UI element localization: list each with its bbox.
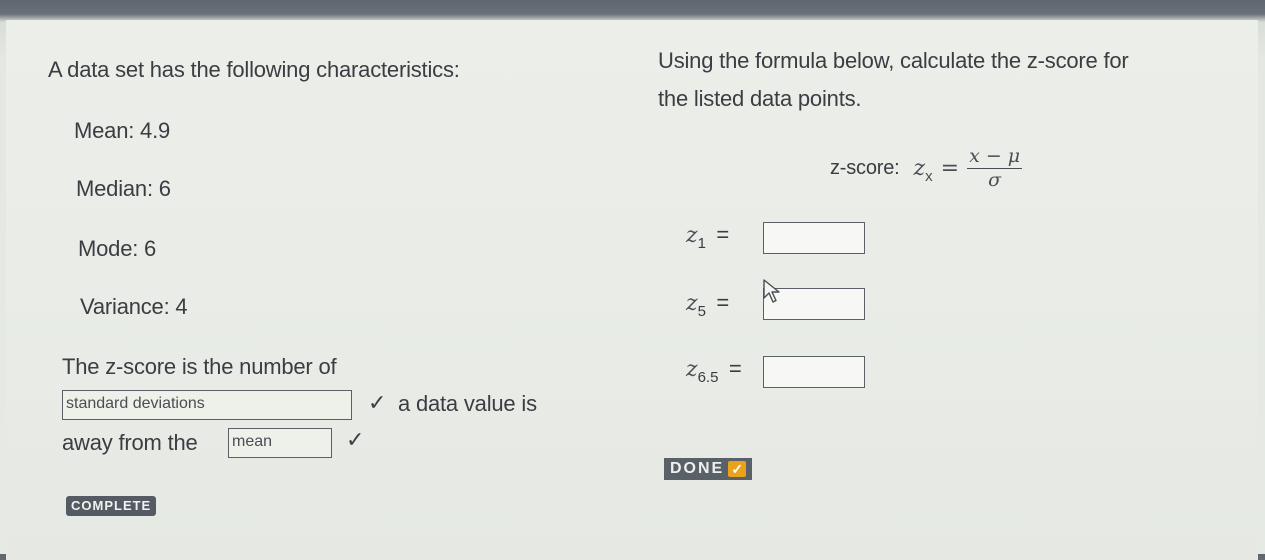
answer-dropdown-1[interactable]: standard deviations [62,390,352,420]
formula-denominator: σ [988,169,1002,192]
z5-label: z5 = [686,290,730,320]
sentence-part2: a data value is [398,391,537,416]
correct-check-icon: ✓ [368,390,387,415]
z1-label: z1 = [686,222,730,252]
z65-input[interactable] [763,356,865,388]
answer-dropdown-2[interactable]: mean [228,428,332,458]
done-label: DONE [670,460,725,477]
sentence-part3: away from the [62,430,198,455]
intro-text: A data set has the following characteris… [48,57,460,82]
formula-numerator: x − μ [969,144,1021,167]
done-check-icon: ✓ [728,461,747,477]
instruction-line-2: the listed data points. [658,86,862,111]
median-text: Median: 6 [76,176,171,201]
question-panel [6,20,1258,560]
formula-var: zx [913,155,933,185]
mouse-cursor-icon [763,279,780,303]
done-button[interactable]: DONE ✓ [664,458,753,480]
dropdown-1-value: standard deviations [66,395,205,412]
formula-equals: = [940,155,960,181]
z1-input[interactable] [763,222,865,254]
correct-check-icon: ✓ [346,427,365,452]
mean-text: Mean: 4.9 [74,118,171,143]
instruction-line-1: Using the formula below, calculate the z… [658,48,1129,73]
sentence-part1: The z-score is the number of [62,354,337,379]
formula-label: z-score: [830,156,900,179]
variance-text: Variance: 4 [80,294,188,319]
dropdown-2-value: mean [232,433,273,450]
complete-badge: COMPLETE [66,496,157,516]
mode-text: Mode: 6 [78,236,157,261]
zscore-formula: z-score: zx = x − μ σ [830,140,1023,196]
formula-fraction: x − μ σ [967,144,1023,192]
z65-label: z6.5 = [686,356,742,386]
